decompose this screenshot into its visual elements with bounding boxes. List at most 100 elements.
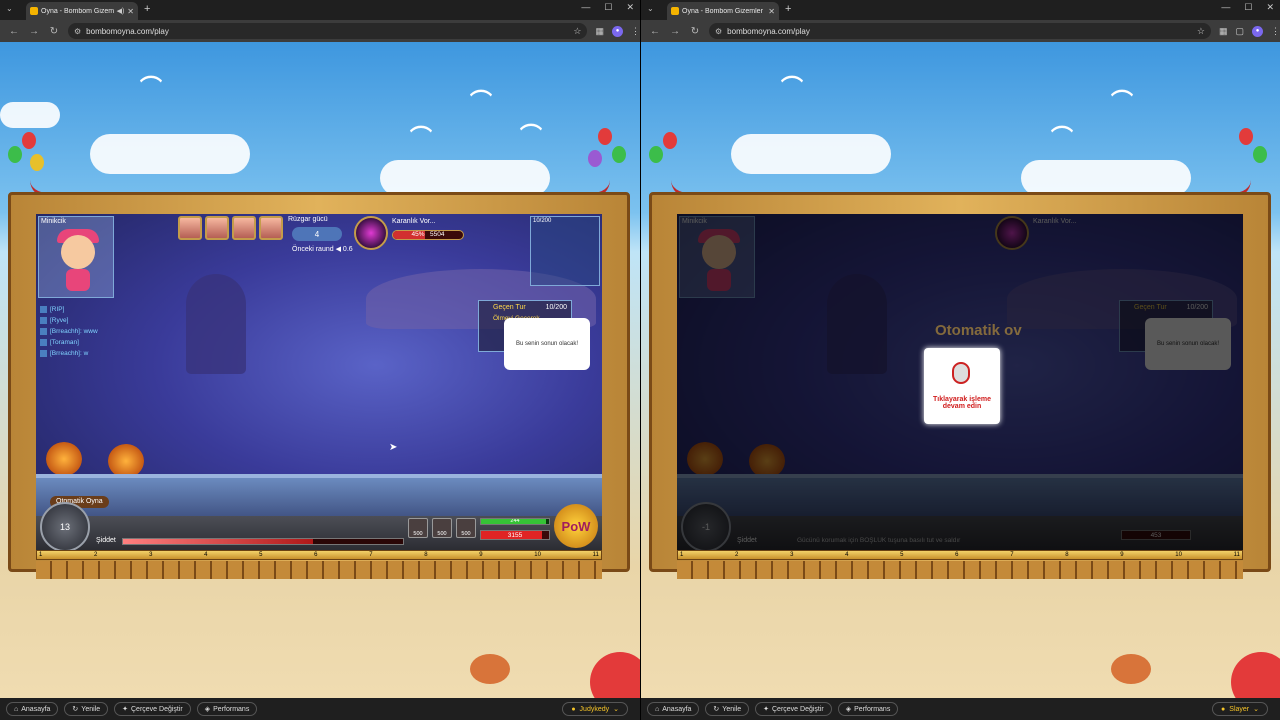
- team-avatar[interactable]: [178, 216, 202, 240]
- forward-icon[interactable]: →: [669, 26, 681, 37]
- bottom-button-home[interactable]: ⌂ Anasayfa: [6, 702, 59, 716]
- reload-icon[interactable]: ↻: [689, 26, 701, 37]
- close-tab-icon[interactable]: ✕: [768, 7, 775, 16]
- back-icon[interactable]: ←: [8, 26, 20, 37]
- minimize-icon[interactable]: —: [581, 2, 590, 13]
- favicon-icon: [30, 7, 38, 15]
- profile-avatar[interactable]: ●: [1252, 25, 1263, 37]
- extensions-icon[interactable]: ▦: [595, 26, 604, 37]
- extensions-icon[interactable]: ▦: [1219, 26, 1228, 37]
- new-tab-icon[interactable]: +: [785, 3, 791, 15]
- bookmark-star-icon[interactable]: ☆: [573, 26, 581, 37]
- avatar-body: [66, 269, 90, 291]
- balloon: [598, 128, 612, 145]
- maximize-icon[interactable]: ☐: [1244, 2, 1252, 13]
- team-avatar[interactable]: [205, 216, 229, 240]
- forward-icon[interactable]: →: [28, 26, 40, 37]
- tab-search-icon[interactable]: ⌄: [647, 4, 654, 13]
- ruler-tick: 6: [314, 552, 318, 558]
- refresh-icon: ↻: [72, 706, 79, 713]
- bottom-button-frame[interactable]: ✦ Çerçeve Değiştir: [114, 702, 191, 716]
- close-tab-icon[interactable]: ✕: [127, 7, 134, 16]
- minimize-icon[interactable]: —: [1221, 2, 1230, 13]
- menu-icon[interactable]: ⋮: [1271, 26, 1280, 37]
- page-content: ⌒ ⌒ ⌒ Minikcik Karanlık Vor... Geçen Tur: [641, 42, 1280, 712]
- bottom-button-label: Çerçeve Değiştir: [772, 705, 824, 713]
- bottom-button-performance[interactable]: ◈ Performans: [196, 702, 258, 716]
- refresh-icon: ↻: [713, 706, 720, 713]
- balloon: [30, 154, 44, 171]
- tab-strip: ⌄ Oyna - Bombom Gizemler | ◀) ✕ + — ☐ ✕: [0, 0, 640, 20]
- tab-title: Oyna - Bombom Gizemler Diy...: [682, 7, 765, 15]
- frame-icon: ✦: [763, 706, 769, 713]
- url-text: bombomoyna.com/play: [86, 26, 169, 36]
- user-menu[interactable]: ● Slayer ⌄: [1212, 702, 1268, 716]
- back-icon[interactable]: ←: [649, 26, 661, 37]
- previous-round: Önceki raund ◀ 0.6: [292, 246, 353, 253]
- balloon: [588, 150, 602, 167]
- sand-bucket: [470, 654, 510, 684]
- new-tab-icon[interactable]: +: [144, 3, 150, 15]
- site-info-icon[interactable]: ⚙: [715, 27, 722, 36]
- minimap[interactable]: 10/200: [530, 216, 600, 286]
- angle-dial: -1: [681, 502, 731, 550]
- close-window-icon[interactable]: ✕: [626, 2, 634, 13]
- home-icon: ⌂: [14, 705, 19, 713]
- tab-active[interactable]: Oyna - Bombom Gizemler Diy... ✕: [667, 2, 779, 20]
- tab-active[interactable]: Oyna - Bombom Gizemler | ◀) ✕: [26, 2, 138, 20]
- avatar-face: [702, 235, 736, 269]
- ruler-tick: 3: [149, 552, 153, 558]
- site-info-icon[interactable]: ⚙: [74, 27, 81, 36]
- click-to-continue-button[interactable]: Tıklayarak işleme devam edin: [924, 348, 1000, 424]
- bottom-button-refresh[interactable]: ↻ Yenile: [705, 702, 750, 716]
- speaker-icon[interactable]: ◀): [117, 7, 125, 15]
- bottom-button-label: Anasayfa: [21, 705, 51, 713]
- item-slot[interactable]: 500: [432, 518, 452, 538]
- dark-tree: [827, 274, 887, 374]
- username: Slayer: [1229, 705, 1250, 713]
- bottom-button-performance[interactable]: ◈ Performans: [837, 702, 899, 716]
- ruler-tick: 7: [369, 552, 373, 558]
- balloon: [22, 132, 36, 149]
- avatar-body: [707, 269, 731, 291]
- cloud: [0, 102, 60, 128]
- tab-strip: ⌄ Oyna - Bombom Gizemler Diy... ✕ + — ☐ …: [641, 0, 1280, 20]
- bottom-button-refresh[interactable]: ↻ Yenile: [64, 702, 109, 716]
- player-portrait: Minikcik: [38, 216, 114, 298]
- tab-title: Oyna - Bombom Gizemler |: [41, 7, 114, 15]
- bottom-button-frame[interactable]: ✦ Çerçeve Değiştir: [755, 702, 832, 716]
- ruler-tick: 10: [534, 552, 541, 558]
- bottom-hud: -1 Şiddet Gücünü korumak için BOŞLUK tuş…: [677, 502, 1243, 550]
- close-window-icon[interactable]: ✕: [1266, 2, 1274, 13]
- pow-button[interactable]: PoW: [554, 504, 598, 548]
- bottom-button-label: Yenile: [81, 705, 101, 713]
- profile-avatar[interactable]: ●: [612, 25, 623, 37]
- boss-avatar: [995, 216, 1029, 250]
- seagull-icon: ⌒: [410, 125, 433, 150]
- chat-line: [Brreachh]: w: [40, 348, 98, 359]
- performance-icon: ◈: [845, 706, 852, 713]
- boss-name: Karanlık Vor...: [1033, 218, 1077, 225]
- ruler-tick: 2: [94, 552, 98, 558]
- user-menu[interactable]: ● Judykedy ⌄: [562, 702, 628, 716]
- address-bar[interactable]: ⚙ bombomoyna.com/play ☆: [68, 23, 588, 39]
- sand-bucket: [1111, 654, 1151, 684]
- bottom-button-home[interactable]: ⌂ Anasayfa: [647, 702, 700, 716]
- item-slot[interactable]: 500: [456, 518, 476, 538]
- item-slot[interactable]: 500: [408, 518, 428, 538]
- bottom-bar: ⌂ Anasayfa ↻ Yenile ✦ Çerçeve Değiştir ◈ Perfor…: [0, 698, 640, 720]
- chat-icon: [40, 317, 47, 324]
- team-avatar[interactable]: [232, 216, 256, 240]
- maximize-icon[interactable]: ☐: [604, 2, 612, 13]
- sidepanel-icon[interactable]: ▢: [1235, 26, 1244, 37]
- team-avatar[interactable]: [259, 216, 283, 240]
- username: Judykedy: [579, 705, 610, 713]
- ruler-tick: 5: [259, 552, 263, 558]
- wind-value: 4: [314, 229, 320, 239]
- menu-icon[interactable]: ⋮: [631, 26, 640, 37]
- game-viewport[interactable]: Minikcik Rüzgar gücü 4 Önceki raund ◀ 0.…: [36, 214, 602, 550]
- tab-search-icon[interactable]: ⌄: [6, 4, 13, 13]
- bookmark-star-icon[interactable]: ☆: [1197, 26, 1205, 37]
- reload-icon[interactable]: ↻: [48, 26, 60, 37]
- address-bar[interactable]: ⚙ bombomoyna.com/play ☆: [709, 23, 1211, 39]
